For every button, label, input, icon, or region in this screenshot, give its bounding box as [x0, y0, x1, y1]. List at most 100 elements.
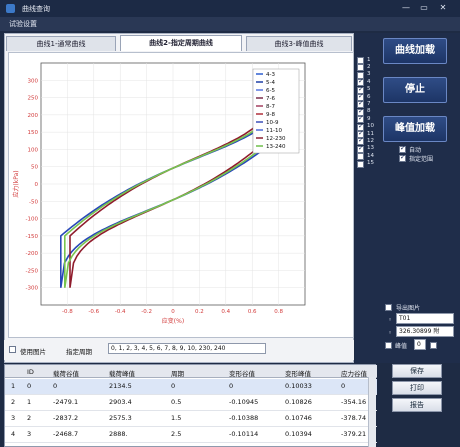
- report-button[interactable]: 报告: [392, 398, 442, 412]
- cycle-label: 指定周期: [66, 348, 92, 356]
- tab-normal-curve[interactable]: 曲线1-通常曲线: [6, 36, 116, 51]
- menu-test-settings[interactable]: 试验设置: [6, 19, 40, 29]
- curve-checkbox-label: 3: [367, 71, 371, 78]
- x-tick-label: -0.8: [62, 309, 73, 315]
- tab-peak-curve[interactable]: 曲线3-峰值曲线: [246, 36, 352, 51]
- legend-entry: 8-7: [266, 104, 275, 110]
- bottom-options: 使用图片 指定周期 0, 1, 2, 3, 4, 5, 6, 7, 8, 9, …: [4, 340, 354, 360]
- x-tick-label: 0.4: [221, 309, 230, 315]
- legend-entry: 9-8: [266, 112, 275, 118]
- curve-checkbox-label: 6: [367, 93, 371, 100]
- maximize-icon[interactable]: ▭: [418, 3, 430, 13]
- legend-entry: 11-10: [266, 128, 282, 134]
- y-tick-label: -150: [26, 234, 39, 240]
- legend-entry: 12-230: [266, 136, 286, 142]
- x-tick-label: 0.6: [248, 309, 257, 315]
- peak-load-button[interactable]: 峰值加载: [383, 116, 447, 142]
- curve-checkbox-label: 2: [367, 63, 371, 70]
- curve-checkbox-label: 11: [367, 130, 374, 137]
- table-cell: 1: [27, 398, 32, 406]
- curve-checkbox-label: 8: [367, 108, 371, 115]
- legend-entry: 10-9: [266, 120, 279, 126]
- curve-checkbox-label: 4: [367, 78, 371, 85]
- flag-checkbox[interactable]: [385, 342, 392, 349]
- x-tick-label: 0.8: [274, 309, 283, 315]
- x-tick-label: 0.2: [195, 309, 204, 315]
- table-header-cell[interactable]: 载荷谷值: [53, 368, 79, 378]
- row-index: 1: [11, 382, 16, 390]
- y-axis-label: 应力(kPa): [12, 170, 20, 197]
- y-tick-label: 100: [28, 147, 39, 153]
- curve-checkbox-14[interactable]: [357, 153, 364, 161]
- value2-marker: ◦: [388, 329, 393, 337]
- row-index: 2: [11, 398, 16, 406]
- table-cell: -0.10945: [229, 398, 259, 406]
- table-cell: 1.5: [171, 414, 182, 422]
- window-title: 曲线查询: [22, 5, 50, 13]
- y-tick-label: 50: [31, 165, 38, 171]
- x-axis-label: 应变(%): [162, 317, 184, 325]
- flag-value-field[interactable]: 0: [414, 339, 426, 350]
- legend-entry: 13-240: [266, 144, 286, 150]
- minimize-icon[interactable]: —: [400, 3, 412, 13]
- close-icon[interactable]: ✕: [437, 3, 449, 13]
- table-cell: 2903.4: [109, 398, 132, 406]
- auto-label: 自动: [409, 147, 422, 154]
- legend-entry: 4-3: [266, 72, 275, 78]
- export-image-label: 导出图片: [396, 305, 421, 312]
- range-checkbox[interactable]: [399, 153, 406, 162]
- curve-checkbox-2[interactable]: [357, 64, 364, 72]
- main-window: 曲线查询 — ▭ ✕ 试验设置 曲线1-通常曲线 曲线2-指定周期曲线 曲线3-…: [0, 0, 460, 447]
- table-cell: 0.5: [171, 398, 182, 406]
- table-cell: -2468.7: [53, 430, 79, 438]
- x-tick-label: -0.4: [115, 309, 126, 315]
- table-header-cell[interactable]: 载荷峰值: [109, 368, 135, 378]
- curve-checkbox-label: 9: [367, 115, 371, 122]
- value1-field[interactable]: T01: [396, 313, 454, 324]
- y-tick-label: -250: [26, 268, 39, 274]
- y-tick-label: 0: [35, 182, 39, 188]
- y-tick-label: 300: [28, 78, 39, 84]
- table-header-cell[interactable]: 变形峰值: [285, 368, 311, 378]
- print-button[interactable]: 打印: [392, 381, 442, 395]
- row-index: 3: [11, 414, 16, 422]
- table-scrollbar[interactable]: [368, 377, 376, 447]
- table-header-cell[interactable]: ID: [27, 368, 34, 376]
- table-cell: 2134.5: [109, 382, 132, 390]
- curve-checkbox-label: 15: [367, 160, 374, 167]
- table-cell: -2479.1: [53, 398, 79, 406]
- flag-label: 峰值: [395, 343, 408, 350]
- y-tick-label: 200: [28, 113, 39, 119]
- load-curve-button[interactable]: 曲线加载: [383, 38, 447, 64]
- curve-checkbox-label: 5: [367, 86, 371, 93]
- table-header-cell[interactable]: 应力谷值: [341, 368, 367, 378]
- export-image-checkbox[interactable]: [385, 304, 392, 311]
- curve-checkbox-15[interactable]: [357, 160, 364, 168]
- table-cell: 2575.3: [109, 414, 132, 422]
- table-cell: 0: [27, 382, 32, 390]
- use-image-checkbox[interactable]: [9, 346, 16, 353]
- legend-entry: 5-4: [266, 80, 275, 86]
- table-header-cell[interactable]: 变形谷值: [229, 368, 255, 378]
- stop-button[interactable]: 停止: [383, 77, 447, 103]
- tab-bar: 曲线1-通常曲线 曲线2-指定周期曲线 曲线3-峰值曲线: [4, 35, 354, 51]
- table-cell: 0.10826: [285, 398, 312, 406]
- flag-checkbox-2[interactable]: [430, 342, 437, 349]
- curve-checkbox-13[interactable]: [357, 144, 364, 153]
- table-header-cell[interactable]: 周期: [171, 368, 184, 378]
- cycle-input[interactable]: 0, 1, 2, 3, 4, 5, 6, 7, 8, 9, 10, 230, 2…: [108, 343, 266, 354]
- value2-field[interactable]: 326.30899 附: [396, 326, 454, 337]
- curve-checkbox-1[interactable]: [357, 57, 364, 64]
- tab-cycle-curve[interactable]: 曲线2-指定周期曲线: [120, 35, 242, 51]
- table-row[interactable]: [5, 379, 377, 395]
- value1-marker: ◦: [388, 316, 393, 324]
- curve-checkbox-label: 1: [367, 56, 371, 63]
- table-cell: 2: [27, 414, 32, 422]
- curve-checkbox-label: 14: [367, 152, 374, 159]
- table-cell: -354.16: [341, 398, 367, 406]
- table-cell: -378.74: [341, 414, 367, 422]
- save-button[interactable]: 保存: [392, 364, 442, 378]
- range-label: 指定范围: [409, 156, 434, 163]
- auto-checkbox[interactable]: [399, 144, 406, 153]
- curve-checkbox-label: 12: [367, 137, 374, 144]
